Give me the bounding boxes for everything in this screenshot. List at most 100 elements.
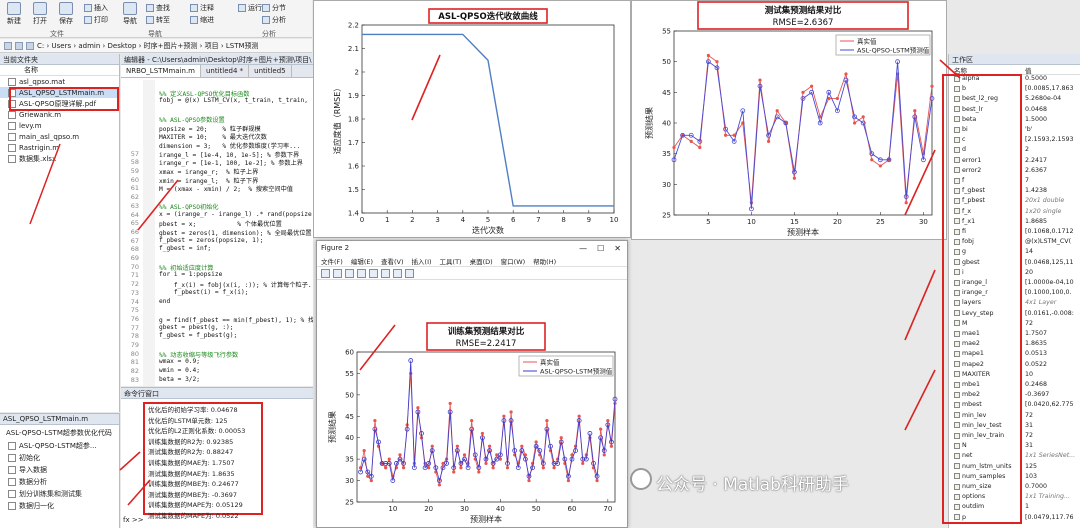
figure-test-results-window[interactable]: 5 10 15 20 25 30 25 30 35 40 45 50 55 预测样本 预测结果 测试集预测结果…: [631, 0, 947, 240]
breakpoint-gutter[interactable]: [143, 80, 155, 386]
print-icon[interactable]: [357, 268, 366, 278]
run-button[interactable]: 运行: [238, 3, 262, 13]
indent-button[interactable]: 缩进: [190, 15, 214, 25]
code-line: %% ASL-QPSO初始化: [159, 203, 219, 211]
goto-icon: [146, 16, 154, 24]
y-tick-label: 25: [662, 212, 671, 220]
data-point: [577, 414, 581, 418]
comment-button[interactable]: 注释: [190, 3, 214, 13]
menu-item[interactable]: 桌面(D): [470, 256, 493, 266]
line-number: 77: [130, 323, 139, 332]
insert-button[interactable]: 插入: [84, 3, 108, 13]
data-point: [801, 90, 805, 94]
tab-untitled4[interactable]: untitled4 *: [201, 65, 250, 77]
outline-item[interactable]: 数据归一化: [0, 500, 119, 512]
code-line: beta = 3/2;: [159, 375, 200, 383]
section-button[interactable]: 分节: [262, 3, 286, 13]
y-tick-label: 40: [662, 120, 671, 128]
command-window[interactable]: 命令行窗口 优化后的初始学习率: 0.04678 优化后的LSTM单元数: 125…: [121, 387, 313, 528]
menu-item[interactable]: 查看(V): [381, 256, 404, 266]
x-tick-label: 15: [790, 218, 799, 226]
variable-value: 1x20 single: [1025, 207, 1062, 215]
variable-value: @(x)LSTM_CV(: [1025, 238, 1072, 246]
figure-convergence-window[interactable]: 0 1 2 3 4 5 6 7 8 9 10 1.4 1.5 1.6 1.7 1.8 1.9 2 2.1 2.2 迭代次…: [313, 0, 631, 238]
data-point: [609, 444, 614, 448]
tab-nrbo-lstmmain[interactable]: NRBO_LSTMmain.m: [121, 65, 201, 77]
data-point: [861, 115, 865, 119]
y-tick-label: 1.4: [348, 210, 360, 218]
code-line: f_x(i) = fobj(x(i, :)); % 计算每个粒子...: [159, 282, 313, 290]
code-line: gbest = pbest(g, :);: [159, 323, 234, 331]
variable-value: [0.0420,62.775: [1025, 401, 1074, 409]
code-line: wmin = 0.4;: [159, 367, 200, 375]
menu-item[interactable]: 插入(I): [412, 256, 432, 266]
data-point: [552, 466, 556, 470]
variable-value: [0.0085,17.863: [1025, 85, 1074, 93]
variable-value: 1.8635: [1025, 340, 1048, 348]
y-axis-label: 预测结果: [327, 411, 337, 443]
command-output-line: 训练集数据的R2为: 0.92385: [148, 437, 234, 446]
menu-item[interactable]: 窗口(W): [501, 256, 526, 266]
folder-up-icon[interactable]: [26, 41, 34, 50]
data-point: [904, 201, 908, 205]
address-bar[interactable]: C: › Users › admin › Desktop › 时序+图片+预测 …: [0, 39, 312, 53]
data-point: [369, 478, 373, 483]
menu-item[interactable]: 工具(T): [440, 256, 462, 266]
y-tick-label: 40: [345, 434, 354, 442]
minimize-icon[interactable]: —: [579, 244, 587, 253]
forward-icon[interactable]: [15, 41, 23, 50]
data-point: [509, 410, 513, 414]
chart-subtitle: RMSE=2.6367: [773, 18, 834, 28]
save-button[interactable]: 保存: [54, 2, 78, 26]
toolstrip: 新建 打开 保存 插入 打印 导航 查找 转至 注释 缩进 运行 分节 分析 文…: [0, 0, 312, 38]
tab-untitled5[interactable]: untitled5: [249, 65, 292, 77]
current-path[interactable]: C: › Users › admin › Desktop › 时序+图片+预测 …: [37, 41, 259, 51]
outline-item[interactable]: 导入数据: [0, 464, 119, 476]
command-output-line: 测试集数据的MAPE为: 0.0522: [148, 511, 239, 520]
pointer-icon[interactable]: [369, 268, 378, 278]
outline-item[interactable]: 划分训练集和测试集: [0, 488, 119, 500]
maximize-icon[interactable]: ☐: [597, 244, 604, 253]
data-point: [606, 418, 610, 423]
x-axis-label: 预测样本: [470, 514, 502, 524]
grid-icon[interactable]: [405, 268, 414, 278]
figure-2-titlebar[interactable]: Figure 2 — ☐ ✕: [317, 241, 627, 255]
open-file-icon[interactable]: [333, 268, 342, 278]
variable-value: [2.1593,2.1593: [1025, 136, 1074, 144]
outline-item[interactable]: 数据分析: [0, 476, 119, 488]
legend-label: ASL-QPSO-LSTM预测值: [857, 46, 930, 55]
menu-item[interactable]: 帮助(H): [533, 256, 556, 266]
y-tick-label: 1.6: [348, 163, 360, 171]
legend-label: ASL-QPSO-LSTM预测值: [540, 367, 613, 376]
goto-button[interactable]: 转至: [146, 15, 170, 25]
new-button[interactable]: 新建: [2, 2, 26, 26]
find-button[interactable]: 查找: [146, 3, 170, 13]
x-tick-label: 3: [435, 216, 439, 224]
print-button[interactable]: 打印: [84, 15, 108, 25]
prompt-line[interactable]: fx >>: [123, 516, 144, 524]
line-number: 80: [130, 349, 139, 358]
analyze-button[interactable]: 分析: [262, 15, 286, 25]
new-figure-icon[interactable]: [321, 268, 330, 278]
code-area[interactable]: %% 定义ASL-QPSO优化目标函数 fobj = @(x) LSTM_CV(x…: [121, 80, 313, 386]
legend-icon[interactable]: [393, 268, 402, 278]
figure-2-window[interactable]: Figure 2 — ☐ ✕ 文件(F) 编辑(E) 查看(V) 插入(I) 工具(T)…: [316, 240, 628, 528]
code-line: x = (irange_r - irange_l) .* rand(popsiz…: [159, 210, 313, 218]
code-line: MAXITER = 10; % 最大迭代次数: [159, 134, 267, 142]
data-point: [487, 444, 492, 448]
outline-item[interactable]: 初始化: [0, 452, 119, 464]
navigate-button[interactable]: 导航: [118, 2, 142, 26]
code-line: f_pbest(i) = f_x(i);: [159, 288, 249, 296]
menu-item[interactable]: 文件(F): [321, 256, 343, 266]
save-icon[interactable]: [345, 268, 354, 278]
open-button[interactable]: 打开: [28, 2, 52, 26]
command-output-line: 测试集数据的MAE为: 1.8635: [148, 469, 235, 478]
data-point: [480, 431, 485, 436]
y-tick-label: 2.1: [348, 45, 359, 53]
x-tick-label: 7: [536, 216, 540, 224]
outline-item[interactable]: ASL-QPSO-LSTM超参...: [0, 440, 119, 452]
colorbar-icon[interactable]: [381, 268, 390, 278]
back-icon[interactable]: [4, 41, 12, 50]
menu-item[interactable]: 编辑(E): [351, 256, 373, 266]
close-icon[interactable]: ✕: [614, 244, 621, 253]
